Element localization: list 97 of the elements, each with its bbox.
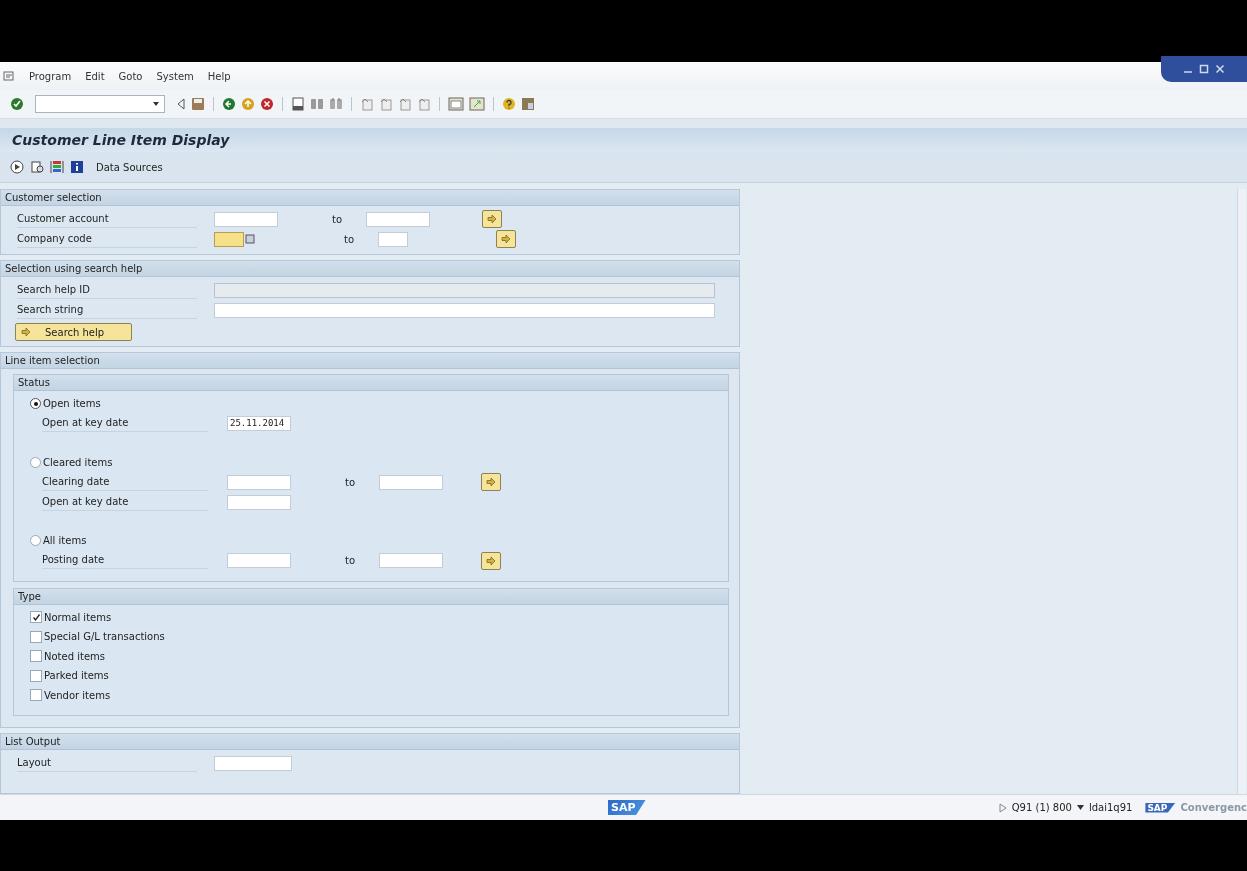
command-field[interactable] <box>35 95 165 113</box>
help-icon[interactable] <box>502 97 516 111</box>
input-field[interactable] <box>227 474 291 490</box>
radio-button[interactable] <box>30 456 41 468</box>
search-help-button[interactable]: Search help <box>15 323 132 341</box>
find-icon[interactable] <box>310 97 324 111</box>
menu-item[interactable]: Program <box>29 70 72 82</box>
input-field[interactable] <box>227 553 291 568</box>
section-header: Customer selection <box>1 190 739 206</box>
caret-icon[interactable] <box>152 101 160 107</box>
page-scroll-icon[interactable] <box>379 97 393 111</box>
group-header: Type <box>14 588 728 605</box>
field-label: Posting date <box>42 552 208 569</box>
checkbox-label: Vendor items <box>44 689 111 701</box>
enter-check-icon[interactable] <box>10 97 24 111</box>
multiple-selection-button[interactable] <box>481 551 501 570</box>
menu-item[interactable]: Goto <box>118 70 143 82</box>
input-field[interactable] <box>227 494 291 510</box>
sap-logo: SAP <box>608 800 646 815</box>
input-field[interactable] <box>379 474 443 490</box>
find-next-icon[interactable] <box>329 97 343 111</box>
radio-button[interactable] <box>30 398 41 410</box>
to-label: to <box>344 233 356 245</box>
exit-icon[interactable] <box>241 97 255 111</box>
field-label: Clearing date <box>42 473 208 491</box>
multiple-selection-button[interactable] <box>481 473 501 491</box>
radio-button[interactable] <box>30 535 41 547</box>
field-label: Customer account <box>17 210 197 228</box>
group-header: Status <box>14 375 728 391</box>
shortcut-icon[interactable] <box>469 97 485 111</box>
input-field[interactable] <box>214 211 278 227</box>
to-label: to <box>345 476 357 488</box>
checkbox[interactable] <box>30 650 42 663</box>
layout-icon[interactable] <box>521 97 535 111</box>
arrow-icon <box>21 327 31 337</box>
product-name: Convergenc <box>1180 802 1247 813</box>
multiple-selection-button[interactable] <box>482 210 502 228</box>
date-field[interactable]: 25.11.2014 <box>227 416 291 431</box>
field-label: Company code <box>17 230 197 248</box>
field-label: Search string <box>17 301 197 319</box>
expand-triangle-icon[interactable] <box>998 802 1007 813</box>
search-help-icon[interactable] <box>245 233 255 245</box>
cancel-icon[interactable] <box>260 97 274 111</box>
checkbox[interactable] <box>30 630 42 643</box>
field-label: Search help ID <box>17 281 197 299</box>
input-field[interactable] <box>214 231 244 247</box>
new-session-icon[interactable] <box>448 97 464 111</box>
window-controls[interactable] <box>1161 56 1247 82</box>
to-label: to <box>345 555 357 566</box>
close-icon[interactable] <box>1215 64 1225 74</box>
radio-label: All items <box>43 535 87 547</box>
field-label: Layout <box>17 754 197 772</box>
checkbox-label: Parked items <box>44 670 109 682</box>
input-field[interactable] <box>214 302 715 318</box>
data-sources-button[interactable]: Data Sources <box>96 161 163 173</box>
menu-icon[interactable] <box>3 70 15 82</box>
checkbox-label: Special G/L transactions <box>44 631 165 643</box>
system-info[interactable]: Q91 (1) 800 <box>1011 802 1072 813</box>
vertical-scrollbar[interactable] <box>1237 189 1246 794</box>
dropdown-icon[interactable] <box>1076 805 1084 810</box>
save-icon[interactable] <box>191 97 205 111</box>
menu-item[interactable]: System <box>156 70 194 82</box>
section-header: Line item selection <box>1 353 739 369</box>
field-label: Open at key date <box>42 415 208 432</box>
checkbox[interactable] <box>30 669 42 682</box>
page-scroll-icon[interactable] <box>417 97 431 111</box>
sap-logo: SAP <box>1145 802 1176 813</box>
checkbox-label: Normal items <box>44 611 112 623</box>
arrow-icon <box>486 555 496 566</box>
input-field[interactable] <box>379 553 443 568</box>
screen-title: Customer Line Item Display <box>12 132 230 148</box>
to-label: to <box>332 213 344 225</box>
section-header: Selection using search help <box>1 261 739 277</box>
arrow-icon <box>486 477 496 487</box>
multiple-selection-button[interactable] <box>496 230 516 248</box>
page-scroll-icon[interactable] <box>360 97 374 111</box>
back-triangle-icon[interactable] <box>176 97 186 111</box>
execute-icon[interactable] <box>10 160 24 174</box>
menu-item[interactable]: Help <box>207 70 231 82</box>
variant-icon[interactable] <box>30 160 44 174</box>
input-field[interactable] <box>366 211 430 227</box>
server-name: ldai1q91 <box>1088 802 1133 813</box>
checkbox[interactable] <box>30 689 42 702</box>
input-field[interactable] <box>214 755 292 771</box>
input-field[interactable] <box>378 231 408 247</box>
print-icon[interactable] <box>291 97 305 111</box>
checkbox[interactable] <box>30 611 42 624</box>
info-icon[interactable] <box>70 160 84 174</box>
checkbox-label: Noted items <box>44 650 105 662</box>
selection-options-icon[interactable] <box>50 160 64 174</box>
field-label: Open at key date <box>42 493 208 511</box>
section-header: List Output <box>1 734 739 750</box>
maximize-icon[interactable] <box>1199 64 1209 74</box>
menu-item[interactable]: Edit <box>85 70 105 82</box>
page-scroll-icon[interactable] <box>398 97 412 111</box>
radio-label: Open items <box>43 398 101 410</box>
radio-label: Cleared items <box>43 456 113 468</box>
